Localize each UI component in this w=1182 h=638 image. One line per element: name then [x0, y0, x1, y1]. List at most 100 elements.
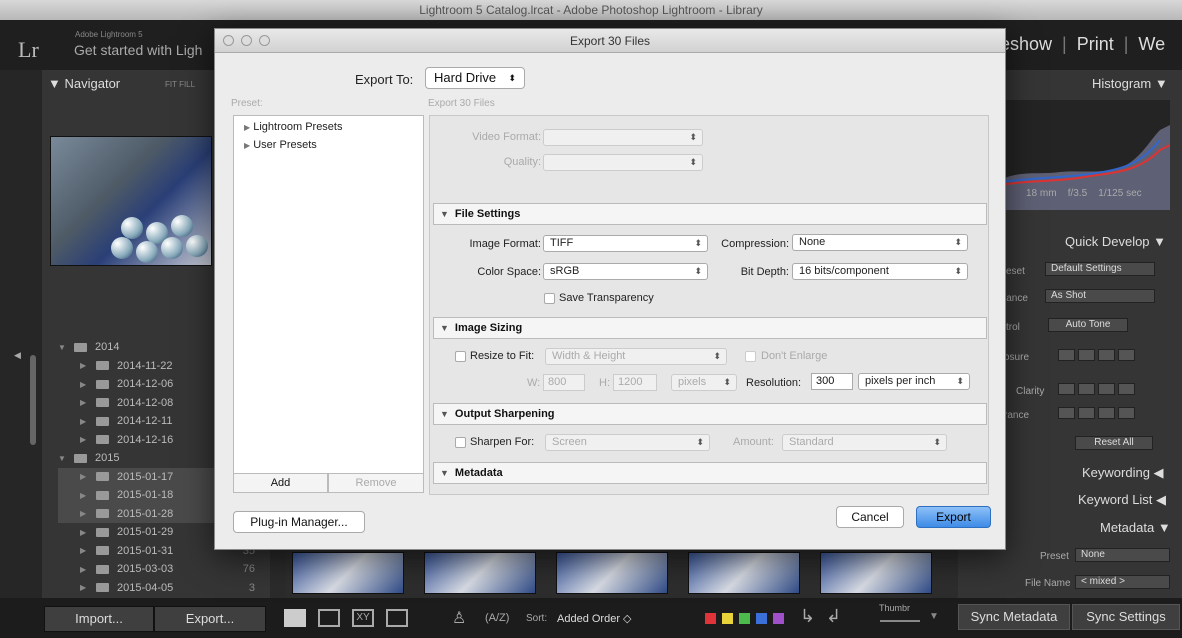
vibrance-minus-big[interactable]: [1058, 407, 1075, 419]
thumbnail-size-slider[interactable]: [880, 620, 920, 622]
film-thumb[interactable]: [820, 552, 932, 594]
video-format-select[interactable]: ⬍: [543, 129, 703, 146]
navigator-zoom-options[interactable]: FIT FILL: [165, 80, 195, 89]
minimize-icon[interactable]: [241, 35, 252, 46]
rotate-right-icon[interactable]: ↲: [826, 606, 841, 627]
metadata-section-header[interactable]: ▼ Metadata: [433, 462, 987, 484]
navigator-header[interactable]: ▼ Navigator: [48, 76, 120, 91]
import-button[interactable]: Import...: [44, 606, 154, 632]
disclosure-right-icon[interactable]: ▶: [80, 528, 90, 537]
size-units-select[interactable]: pixels ⬍: [671, 374, 737, 391]
color-label-purple[interactable]: [773, 613, 784, 624]
export-to-select[interactable]: Hard Drive ⬍: [425, 67, 525, 89]
add-preset-button[interactable]: Add: [233, 473, 328, 493]
disclosure-right-icon[interactable]: ▶: [80, 509, 90, 518]
quality-select[interactable]: ⬍: [543, 154, 703, 171]
clarity-minus-big[interactable]: [1058, 383, 1075, 395]
disclosure-right-icon[interactable]: ▶: [80, 491, 90, 500]
sharpen-for-checkbox[interactable]: [455, 437, 466, 448]
color-label-red[interactable]: [705, 613, 716, 624]
remove-preset-button[interactable]: Remove: [328, 473, 424, 493]
amount-select[interactable]: Standard ⬍: [782, 434, 947, 451]
disclosure-right-icon[interactable]: ▶: [80, 472, 90, 481]
vibrance-plus-big[interactable]: [1118, 407, 1135, 419]
color-label-green[interactable]: [739, 613, 750, 624]
disclosure-right-icon[interactable]: ▶: [80, 380, 90, 389]
resize-mode-select[interactable]: Width & Height ⬍: [545, 348, 727, 365]
clarity-minus[interactable]: [1078, 383, 1095, 395]
resolution-input[interactable]: 300: [811, 373, 853, 390]
save-transparency-checkbox[interactable]: [544, 293, 555, 304]
navigator-preview[interactable]: [50, 136, 212, 266]
film-thumb[interactable]: [688, 552, 800, 594]
zoom-icon[interactable]: [259, 35, 270, 46]
film-thumb[interactable]: [292, 552, 404, 594]
film-thumb[interactable]: [424, 552, 536, 594]
sort-select[interactable]: Added Order ◇: [557, 612, 632, 625]
image-format-select[interactable]: TIFF ⬍: [543, 235, 708, 252]
module-print[interactable]: Print: [1077, 34, 1114, 54]
output-sharpening-header[interactable]: ▼ Output Sharpening: [433, 403, 987, 425]
metadata-preset-select[interactable]: None: [1075, 548, 1170, 562]
cancel-button[interactable]: Cancel: [836, 506, 904, 528]
compare-view-icon[interactable]: XY: [352, 609, 374, 627]
module-slideshow[interactable]: eshow: [1000, 34, 1052, 54]
saved-preset-select[interactable]: Default Settings: [1045, 262, 1155, 276]
metadata-header[interactable]: Metadata ▼: [1100, 520, 1171, 535]
keyword-list-header[interactable]: Keyword List ◀: [1078, 492, 1166, 508]
disclosure-down-icon[interactable]: ▼: [58, 343, 68, 352]
quick-develop-header[interactable]: Quick Develop ▼: [1065, 234, 1166, 249]
image-sizing-header[interactable]: ▼ Image Sizing: [433, 317, 987, 339]
close-icon[interactable]: [223, 35, 234, 46]
auto-tone-button[interactable]: Auto Tone: [1048, 318, 1128, 332]
film-thumb[interactable]: [556, 552, 668, 594]
preset-folder-lightroom[interactable]: ▶ Lightroom Presets: [244, 121, 342, 133]
export-button[interactable]: Export...: [154, 606, 266, 632]
disclosure-right-icon[interactable]: ▶: [80, 565, 90, 574]
toolbar-menu-icon[interactable]: ▼: [929, 611, 939, 622]
histogram-header[interactable]: Histogram ▼: [1092, 76, 1168, 91]
loupe-view-icon[interactable]: [318, 609, 340, 627]
sharpen-for-select[interactable]: Screen ⬍: [545, 434, 710, 451]
resize-to-fit-checkbox[interactable]: [455, 351, 466, 362]
clarity-plus-big[interactable]: [1118, 383, 1135, 395]
color-label-yellow[interactable]: [722, 613, 733, 624]
reset-all-button[interactable]: Reset All: [1075, 436, 1153, 450]
exposure-minus-big[interactable]: [1058, 349, 1075, 361]
height-input[interactable]: 1200: [613, 374, 657, 391]
white-balance-select[interactable]: As Shot: [1045, 289, 1155, 303]
exposure-plus[interactable]: [1098, 349, 1115, 361]
folder-item[interactable]: ▶ 2015-03-03 76: [58, 560, 263, 579]
disclosure-down-icon[interactable]: ▼: [58, 454, 68, 463]
disclosure-right-icon[interactable]: ▶: [80, 361, 90, 370]
rotate-left-icon[interactable]: ↳: [800, 606, 815, 627]
left-scrollbar[interactable]: [30, 355, 36, 445]
vibrance-minus[interactable]: [1078, 407, 1095, 419]
survey-view-icon[interactable]: [386, 609, 408, 627]
color-space-select[interactable]: sRGB ⬍: [543, 263, 708, 280]
dont-enlarge-checkbox[interactable]: [745, 351, 756, 362]
module-web[interactable]: We: [1138, 34, 1165, 54]
disclosure-right-icon[interactable]: ▶: [80, 398, 90, 407]
grid-view-icon[interactable]: [284, 609, 306, 627]
width-input[interactable]: 800: [543, 374, 585, 391]
plugin-manager-button[interactable]: Plug-in Manager...: [233, 511, 365, 533]
resolution-units-select[interactable]: pixels per inch ⬍: [858, 373, 970, 390]
sync-settings-button[interactable]: Sync Settings: [1072, 604, 1180, 630]
vibrance-plus[interactable]: [1098, 407, 1115, 419]
disclosure-right-icon[interactable]: ▶: [80, 417, 90, 426]
file-name-field[interactable]: < mixed >: [1075, 575, 1170, 589]
folder-item[interactable]: ▶ 2015-04-05 3: [58, 579, 263, 598]
sync-metadata-button[interactable]: Sync Metadata: [958, 604, 1070, 630]
disclosure-right-icon[interactable]: ▶: [80, 435, 90, 444]
preset-folder-user[interactable]: ▶ User Presets: [244, 139, 317, 151]
collapse-left-icon[interactable]: ◀: [14, 350, 21, 361]
disclosure-right-icon[interactable]: ▶: [80, 546, 90, 555]
painter-icon[interactable]: ♙: [452, 608, 466, 628]
color-label-blue[interactable]: [756, 613, 767, 624]
keywording-header[interactable]: Keywording ◀: [1082, 465, 1164, 481]
exposure-minus[interactable]: [1078, 349, 1095, 361]
clarity-plus[interactable]: [1098, 383, 1115, 395]
compression-select[interactable]: None ⬍: [792, 234, 968, 251]
export-confirm-button[interactable]: Export: [916, 506, 991, 528]
